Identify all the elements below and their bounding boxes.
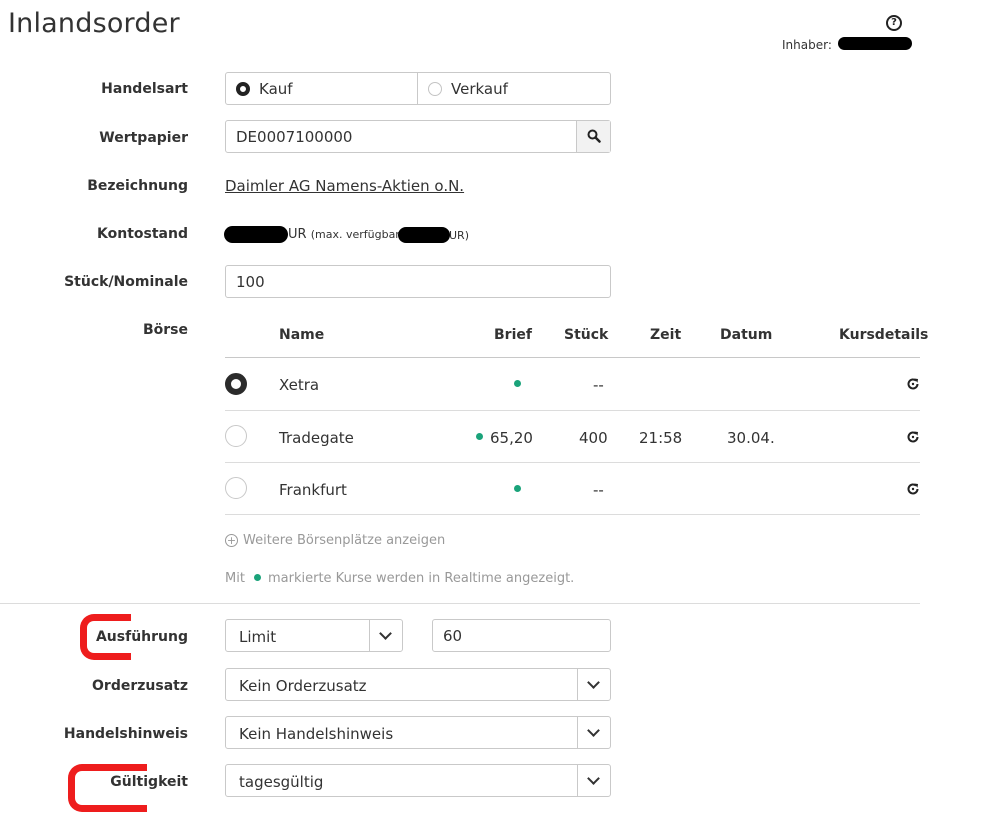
kontostand-max: (max. verfügbar — [310, 228, 400, 241]
realtime-dot — [476, 433, 483, 440]
ausfuehrung-value: Limit — [239, 628, 277, 646]
refresh-icon[interactable] — [906, 481, 920, 500]
realtime-dot — [514, 485, 521, 492]
row-brief: 65,20 — [490, 429, 533, 447]
kontostand-suffix: UR — [288, 227, 307, 242]
row-stueck: -- — [593, 376, 604, 394]
row-name: Tradegate — [279, 429, 354, 447]
col-stueck: Stück — [564, 327, 609, 343]
max-redaction — [398, 227, 450, 243]
frankfurt-radio[interactable] — [225, 477, 247, 499]
handelshinweis-select[interactable]: Kein Handelshinweis — [225, 716, 611, 749]
dropdown-toggle[interactable] — [369, 620, 402, 651]
row-datum: 30.04. — [727, 429, 775, 447]
more-exchanges-text: Weitere Börsenplätze anzeigen — [243, 533, 446, 548]
col-kursdetails: Kursdetails — [839, 327, 929, 343]
plus-circle-icon: + — [225, 534, 238, 547]
realtime-dot — [254, 574, 261, 581]
question-circle-icon[interactable]: ? — [886, 15, 902, 31]
section-divider — [0, 603, 920, 604]
xetra-radio[interactable] — [225, 373, 247, 395]
boerse-label: Börse — [142, 322, 188, 338]
chevron-down-icon — [587, 676, 600, 689]
stueck-input[interactable]: 100 — [225, 265, 611, 298]
chevron-down-icon — [587, 724, 600, 737]
handelsart-label: Handelsart — [101, 81, 188, 97]
ausfuehrung-select[interactable]: Limit — [225, 619, 403, 652]
table-row[interactable]: Frankfurt -- — [225, 463, 920, 514]
max-suffix: UR) — [449, 229, 469, 242]
table-row[interactable]: Xetra -- — [225, 358, 920, 410]
row-name: Frankfurt — [279, 481, 347, 499]
handelshinweis-value: Kein Handelshinweis — [239, 725, 394, 743]
dropdown-toggle[interactable] — [577, 669, 610, 700]
chevron-down-icon — [379, 627, 392, 640]
table-row[interactable]: Tradegate 65,20 400 21:58 30.04. — [225, 411, 920, 462]
col-datum: Datum — [720, 327, 773, 343]
stueck-label: Stück/Nominale — [64, 274, 188, 290]
row-name: Xetra — [279, 376, 320, 394]
refresh-icon[interactable] — [906, 376, 920, 395]
row-stueck: -- — [593, 481, 604, 499]
search-icon — [587, 129, 601, 143]
verkauf-radio[interactable] — [428, 82, 442, 96]
gueltigkeit-label: Gültigkeit — [110, 774, 188, 790]
row-stueck: 400 — [579, 429, 608, 447]
verkauf-label: Verkauf — [451, 80, 508, 98]
col-zeit: Zeit — [650, 327, 682, 343]
gueltigkeit-select[interactable]: tagesgültig — [225, 764, 611, 797]
gueltigkeit-value: tagesgültig — [239, 773, 324, 791]
realtime-prefix: Mit — [225, 571, 245, 586]
owner-label: Inhaber: — [782, 38, 832, 52]
kontostand-label: Kontostand — [97, 226, 188, 242]
dropdown-toggle[interactable] — [577, 717, 610, 748]
chevron-down-icon — [587, 772, 600, 785]
page-title: Inlandsorder — [8, 8, 180, 39]
dropdown-toggle[interactable] — [577, 765, 610, 796]
handelsart-group: Kauf Verkauf — [225, 72, 611, 105]
realtime-dot — [514, 380, 521, 387]
search-button[interactable] — [576, 121, 610, 152]
refresh-icon[interactable] — [906, 429, 920, 448]
row-divider — [225, 514, 920, 515]
col-name: Name — [279, 327, 325, 343]
bezeichnung-label: Bezeichnung — [87, 178, 188, 194]
wertpapier-label: Wertpapier — [99, 130, 188, 146]
limit-value: 60 — [443, 627, 463, 645]
handelshinweis-label: Handelshinweis — [63, 726, 188, 742]
verkauf-option[interactable]: Verkauf — [418, 73, 610, 104]
bezeichnung-link[interactable]: Daimler AG Namens-Aktien o.N. — [225, 177, 464, 195]
orderzusatz-value: Kein Orderzusatz — [239, 677, 367, 695]
col-brief: Brief — [494, 327, 532, 343]
kontostand-redaction — [224, 226, 288, 243]
orderzusatz-label: Orderzusatz — [92, 678, 188, 694]
tradegate-radio[interactable] — [225, 425, 247, 447]
wertpapier-field[interactable]: DE0007100000 — [225, 120, 611, 153]
row-zeit: 21:58 — [639, 429, 683, 447]
ausfuehrung-label: Ausführung — [95, 629, 188, 645]
kauf-option[interactable]: Kauf — [226, 73, 418, 104]
stueck-value: 100 — [236, 273, 265, 291]
owner-redaction — [838, 37, 912, 50]
kontostand-value: UR (max. verfügbar — [288, 227, 400, 242]
limit-input[interactable]: 60 — [432, 619, 611, 652]
wertpapier-value: DE0007100000 — [236, 128, 353, 146]
orderzusatz-select[interactable]: Kein Orderzusatz — [225, 668, 611, 701]
kauf-radio[interactable] — [236, 82, 250, 96]
realtime-suffix: markierte Kurse werden in Realtime angez… — [268, 571, 575, 586]
more-exchanges-link[interactable]: + Weitere Börsenplätze anzeigen — [225, 533, 485, 551]
kauf-label: Kauf — [259, 80, 293, 98]
